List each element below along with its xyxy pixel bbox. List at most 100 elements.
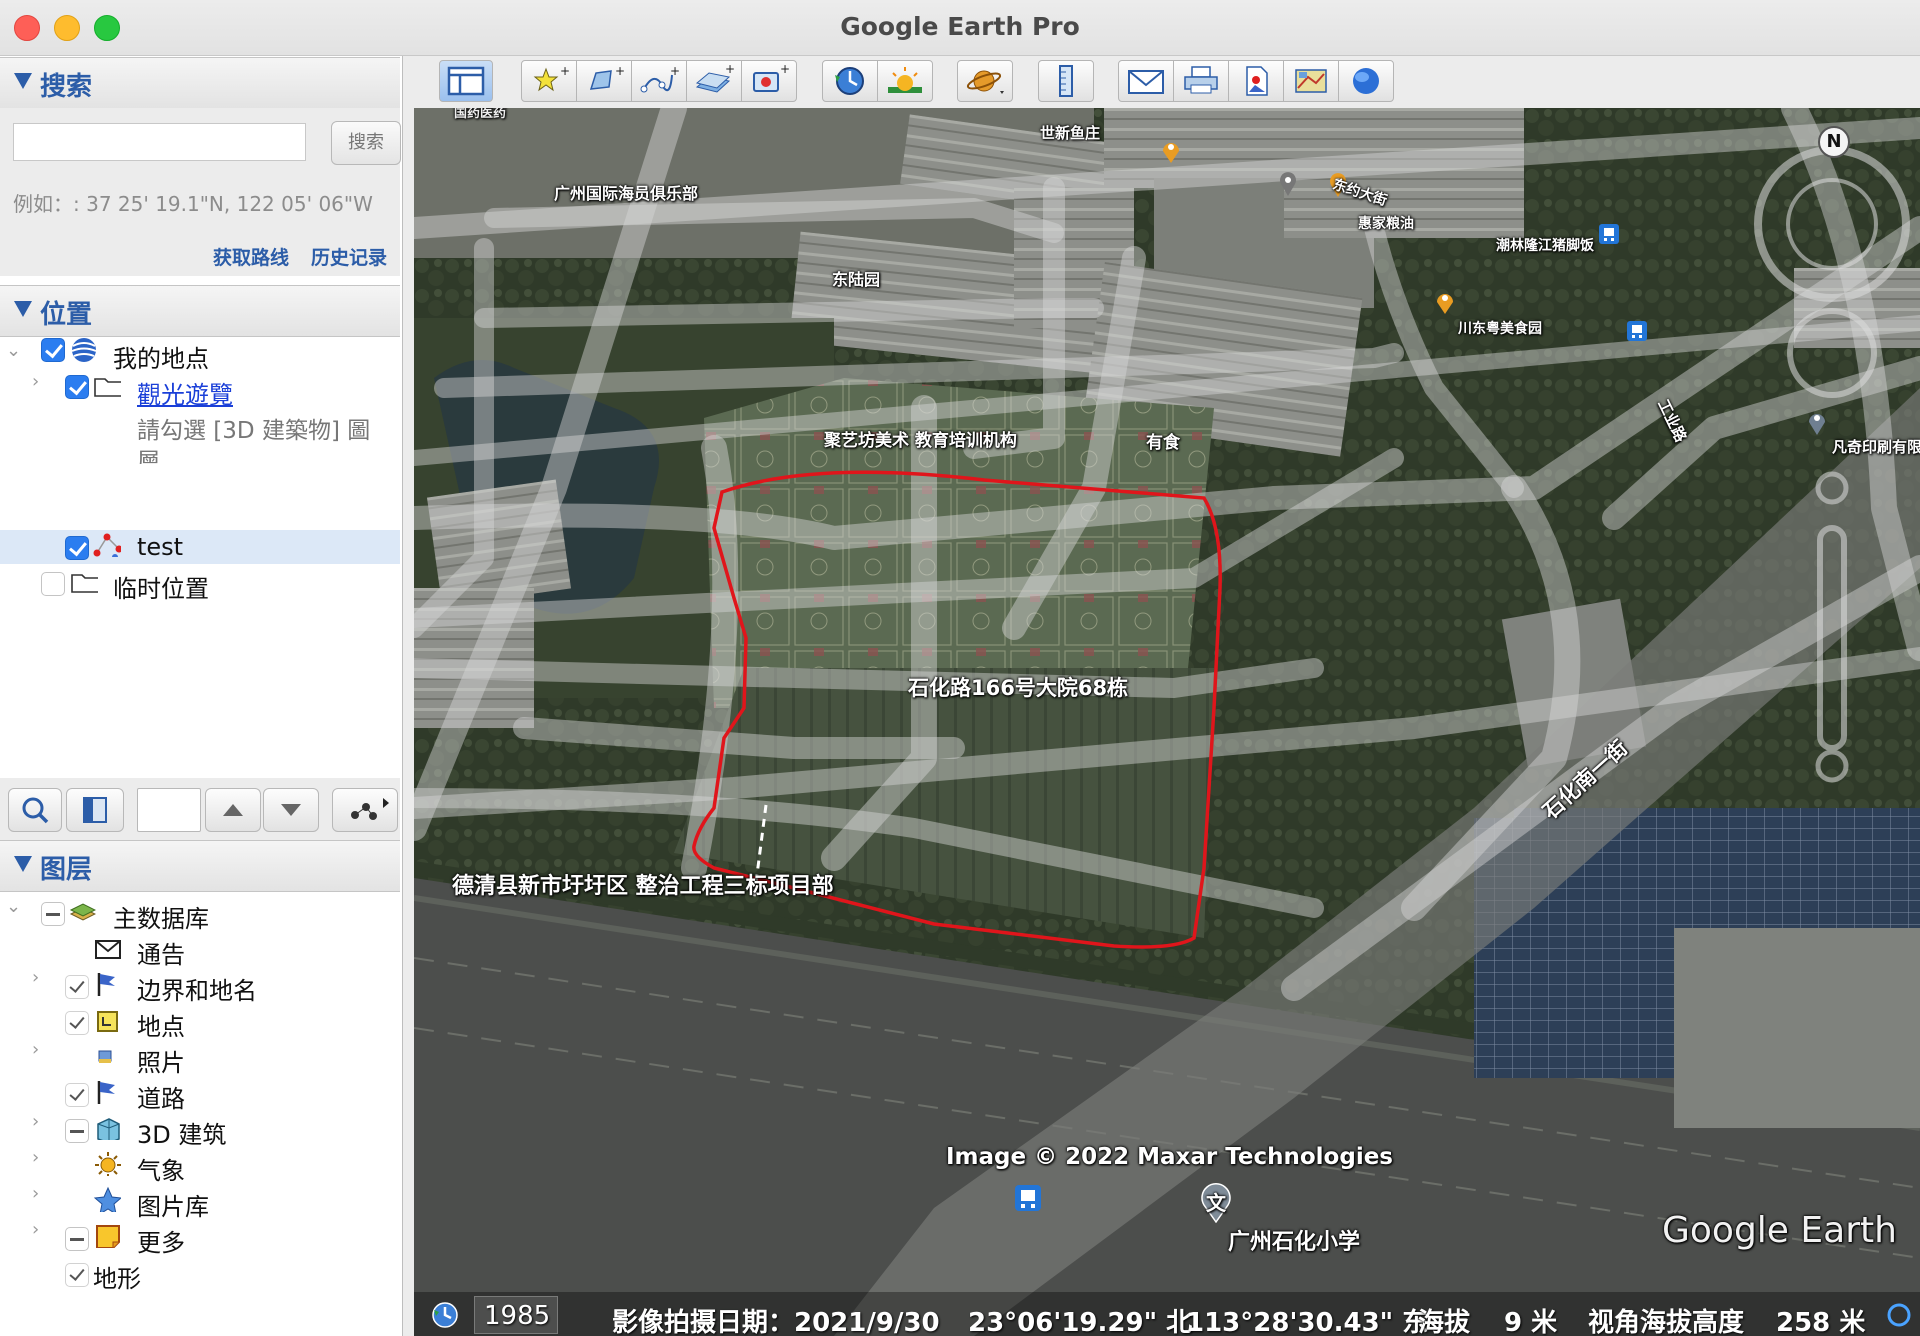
historical-imagery-button[interactable]	[822, 60, 878, 102]
history-clock-icon[interactable]	[430, 1300, 460, 1330]
restaurant-pin-icon[interactable]	[1434, 289, 1456, 315]
status-bar: 1985 影像拍摄日期：2021/9/30 23°06'19.29" 北 113…	[414, 1292, 1920, 1336]
layer-label[interactable]: 边界和地名	[137, 971, 257, 1006]
ruler-icon	[1059, 65, 1073, 97]
collapsed-disclosure-icon[interactable]: ›	[32, 371, 39, 392]
map-label-cut: 国药医药	[454, 108, 507, 121]
layer-label[interactable]: 气象	[137, 1151, 185, 1186]
search-header-label: 搜索	[40, 72, 93, 102]
layer-checkbox[interactable]	[65, 1011, 89, 1035]
bus-stop-icon[interactable]	[1598, 223, 1620, 247]
layer-checkbox[interactable]	[65, 1083, 89, 1107]
search-input[interactable]	[13, 123, 306, 161]
bus-stop-icon[interactable]	[1013, 1183, 1043, 1225]
layer-label[interactable]: 道路	[137, 1079, 185, 1114]
layer-label[interactable]: 照片	[137, 1043, 185, 1078]
switch-planet-button[interactable]	[957, 60, 1013, 102]
history-link[interactable]: 历史记录	[311, 243, 387, 270]
sunlight-button[interactable]	[877, 60, 933, 102]
collapsed-disclosure-icon[interactable]: ›	[32, 967, 39, 988]
layer-checkbox[interactable]	[65, 1263, 89, 1287]
layer-label[interactable]: 更多	[137, 1223, 185, 1258]
layer-label[interactable]: 3D 建筑	[137, 1115, 226, 1150]
search-button[interactable]: 搜索	[331, 121, 401, 165]
bus-stop-icon[interactable]	[1626, 320, 1648, 344]
view-in-maps-button[interactable]	[1283, 60, 1339, 102]
ruler-button[interactable]	[1038, 60, 1094, 102]
dongyue-pin-icon[interactable]	[1278, 171, 1298, 197]
flag-icon	[97, 1081, 115, 1104]
tour-checkbox[interactable]	[65, 375, 89, 399]
record-tour-icon: +	[753, 62, 790, 92]
email-icon	[1128, 70, 1164, 94]
collapse-triangle-icon	[14, 73, 32, 89]
print-button[interactable]	[1173, 60, 1229, 102]
record-tour-button[interactable]: +	[741, 60, 797, 102]
note-icon	[96, 1225, 120, 1248]
search-places-button[interactable]	[8, 788, 62, 832]
tree-item-temp-places[interactable]: 临时位置	[113, 569, 209, 604]
earth-gallery-button[interactable]	[1338, 60, 1394, 102]
test-checkbox[interactable]	[65, 536, 89, 560]
layer-checkbox[interactable]	[41, 902, 65, 926]
restaurant-pin-icon[interactable]	[1160, 138, 1182, 164]
collapsed-disclosure-icon[interactable]: ›	[32, 1111, 39, 1132]
navigation-controls[interactable]	[1754, 108, 1920, 808]
school-icon-glyph: 文	[1206, 1191, 1226, 1215]
earth-globe-icon	[1353, 68, 1379, 94]
add-polygon-button[interactable]: +	[576, 60, 632, 102]
collapsed-disclosure-icon[interactable]: ›	[32, 1147, 39, 1168]
layers-section-header[interactable]: 图层	[0, 840, 400, 892]
arrow-up-icon	[223, 804, 243, 816]
layer-checkbox[interactable]	[65, 975, 89, 999]
selected-row-highlight	[0, 530, 400, 564]
building-3d-icon	[97, 1118, 120, 1140]
tour-hint-line1: 請勾選 [3D 建築物] 圖	[137, 418, 371, 444]
sidebar-toggle-button[interactable]	[439, 60, 493, 102]
tree-item-test[interactable]: test	[137, 533, 183, 561]
collapsed-disclosure-icon[interactable]: ›	[32, 1183, 39, 1204]
move-down-button[interactable]	[263, 788, 319, 832]
layer-label[interactable]: 地形	[93, 1259, 141, 1294]
photo-icon	[98, 1050, 112, 1063]
add-image-overlay-button[interactable]: +	[686, 60, 742, 102]
collapsed-disclosure-icon[interactable]: ›	[32, 1039, 39, 1060]
places-section-header[interactable]: 位置	[0, 285, 400, 337]
expanded-disclosure-icon[interactable]: ⌄	[6, 340, 21, 361]
layer-label[interactable]: 主数据库	[113, 899, 209, 934]
move-up-button[interactable]	[205, 788, 261, 832]
map-label-deqing: 德清县新市圩圩区 整治工程三标项目部	[452, 874, 834, 899]
save-image-button[interactable]	[1228, 60, 1284, 102]
sun-weather-icon	[95, 1152, 121, 1176]
toggle-panel-button[interactable]	[66, 788, 124, 832]
email-button[interactable]	[1118, 60, 1174, 102]
layer-checkbox[interactable]	[65, 1119, 89, 1143]
polygon-path-icon	[93, 533, 121, 557]
temp-places-checkbox[interactable]	[41, 572, 65, 596]
collapsed-disclosure-icon[interactable]: ›	[32, 1219, 39, 1240]
layer-label[interactable]: 图片库	[137, 1187, 209, 1222]
tree-item-my-places[interactable]: 我的地点	[113, 339, 209, 374]
get-directions-link[interactable]: 获取路线	[213, 243, 289, 270]
history-year: 1985	[484, 1301, 551, 1331]
save-image-icon	[1246, 66, 1268, 96]
expanded-disclosure-icon[interactable]: ⌄	[6, 896, 21, 917]
map-label-school: 广州石化小学	[1228, 1230, 1361, 1255]
layer-label[interactable]: 地点	[137, 1007, 185, 1042]
map-view-icon	[1295, 69, 1327, 93]
map-view[interactable]: 文 国药医药 世新鱼庄 广州国际海员俱乐部 东约大街 惠家粮油 潮林隆江猪脚饭 …	[414, 108, 1920, 1336]
layer-checkbox[interactable]	[65, 1227, 89, 1251]
tour-play-button[interactable]	[332, 788, 398, 832]
layer-label[interactable]: 通告	[137, 935, 185, 970]
add-path-button[interactable]: +	[631, 60, 687, 102]
places-filter-input[interactable]	[137, 788, 201, 832]
imagery-date: 影像拍摄日期：2021/9/30	[612, 1308, 940, 1336]
collapse-triangle-icon	[14, 856, 32, 872]
title-bar: Google Earth Pro	[0, 0, 1920, 56]
search-section-header[interactable]: 搜索	[0, 57, 400, 109]
panel-icon	[83, 797, 107, 823]
my-places-checkbox[interactable]	[41, 338, 65, 362]
north-compass-button[interactable]: N	[1818, 126, 1850, 158]
add-placemark-button[interactable]: +	[521, 60, 577, 102]
tree-item-tour-link[interactable]: 觀光遊覽	[137, 375, 233, 410]
